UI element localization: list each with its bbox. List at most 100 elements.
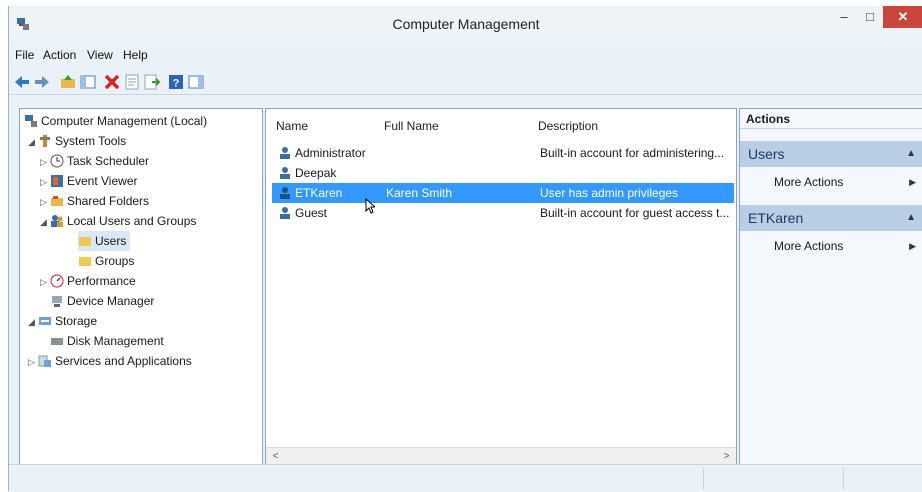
tree-label: Task Scheduler xyxy=(67,154,150,168)
forward-icon[interactable] xyxy=(33,73,51,91)
storage-icon xyxy=(39,317,51,325)
horizontal-scrollbar[interactable]: < > xyxy=(266,447,736,465)
tree-label: Event Viewer xyxy=(67,174,138,188)
tree-label: Local Users and Groups xyxy=(67,214,197,228)
window-title: Computer Management xyxy=(392,16,540,32)
tree-label: Device Manager xyxy=(67,294,155,308)
tree-item-services-and-applications[interactable]: ▷ Services and Applications xyxy=(28,351,192,371)
console-tree[interactable]: Computer Management (Local) ◢ System Tool… xyxy=(19,108,263,466)
users-groups-icon xyxy=(51,215,63,227)
status-divider xyxy=(703,467,704,489)
show-hide-action-pane-icon[interactable] xyxy=(187,73,205,91)
tree-item-task-scheduler[interactable]: ▷ Task Scheduler xyxy=(40,151,149,171)
column-header-description[interactable]: Description xyxy=(538,119,598,133)
collapsed-arrow-icon[interactable]: ▷ xyxy=(40,172,50,192)
tree-item-groups[interactable]: Groups xyxy=(78,251,134,271)
expanded-arrow-icon[interactable]: ◢ xyxy=(28,312,38,332)
actions-section-etkaren[interactable]: ETKaren ▲ xyxy=(740,205,922,231)
disk-management-icon xyxy=(51,338,63,345)
collapse-icon[interactable]: ▲ xyxy=(906,141,916,167)
collapsed-arrow-icon[interactable]: ▷ xyxy=(40,152,50,172)
action-more-actions-users[interactable]: More Actions ▶ xyxy=(740,171,922,193)
tree-label: Services and Applications xyxy=(55,354,192,368)
computer-management-window: Computer Management – □ ✕ File Action Vi… xyxy=(8,6,922,492)
tree-item-device-manager[interactable]: Device Manager xyxy=(50,291,154,311)
user-name: Guest xyxy=(295,206,328,220)
tree-label: Disk Management xyxy=(67,334,164,348)
user-name: Administrator xyxy=(295,146,366,160)
collapsed-arrow-icon[interactable]: ▷ xyxy=(40,192,50,212)
device-manager-icon xyxy=(52,296,62,307)
minimize-button[interactable]: – xyxy=(831,6,857,28)
event-viewer-icon xyxy=(51,175,63,187)
column-header-full-name[interactable]: Full Name xyxy=(384,119,439,133)
title-bar[interactable]: Computer Management – □ ✕ xyxy=(9,6,922,42)
tree-label: Users xyxy=(95,234,127,248)
export-list-icon[interactable] xyxy=(143,73,161,91)
section-title: ETKaren xyxy=(748,210,804,226)
expanded-arrow-icon[interactable]: ◢ xyxy=(40,212,50,232)
actions-pane: Actions Users ▲ More Actions ▶ ETKaren ▲… xyxy=(739,108,922,466)
help-icon[interactable]: ? xyxy=(167,73,185,91)
collapsed-arrow-icon[interactable]: ▷ xyxy=(28,352,38,372)
close-button[interactable]: ✕ xyxy=(883,6,922,28)
tree-label: Performance xyxy=(67,274,136,288)
tree-item-performance[interactable]: ▷ Performance xyxy=(40,271,136,291)
tree-item-computer-management[interactable]: Computer Management (Local) xyxy=(24,111,207,131)
folder-icon xyxy=(79,257,91,266)
submenu-arrow-icon: ▶ xyxy=(909,241,916,251)
tree-item-storage[interactable]: ◢ Storage xyxy=(28,311,97,331)
show-hide-tree-icon[interactable] xyxy=(79,73,97,91)
action-label: More Actions xyxy=(774,175,844,189)
menu-bar: File Action View Help xyxy=(9,46,922,66)
tree-label: Groups xyxy=(95,254,135,268)
list-item-selected[interactable]: ETKaren Karen Smith User has admin privi… xyxy=(272,183,734,203)
status-divider xyxy=(843,467,844,489)
actions-section-users[interactable]: Users ▲ xyxy=(740,141,922,167)
collapse-icon[interactable]: ▲ xyxy=(906,205,916,231)
list-item[interactable]: Guest Built-in account for guest access … xyxy=(272,203,734,223)
tree-item-local-users-and-groups[interactable]: ◢ Local Users and Groups xyxy=(40,211,196,231)
collapsed-arrow-icon[interactable]: ▷ xyxy=(40,272,50,292)
action-more-actions-etkaren[interactable]: More Actions ▶ xyxy=(740,235,922,257)
user-icon xyxy=(280,187,290,199)
folder-icon xyxy=(79,237,91,246)
mouse-cursor-icon xyxy=(365,198,375,214)
user-name: Deepak xyxy=(295,166,337,180)
tree-label: System Tools xyxy=(55,134,127,148)
user-name: ETKaren xyxy=(295,186,343,200)
actions-header: Actions xyxy=(740,109,922,129)
menu-file[interactable]: File xyxy=(15,48,34,62)
user-description: User has admin privileges xyxy=(540,186,679,200)
menu-view[interactable]: View xyxy=(87,48,113,62)
user-icon xyxy=(280,167,290,179)
list-item[interactable]: Administrator Built-in account for admin… xyxy=(272,143,734,163)
user-description: Built-in account for administering... xyxy=(540,146,725,160)
tree-label: Storage xyxy=(55,314,98,328)
tree-item-users[interactable]: Users xyxy=(78,231,131,251)
up-folder-icon[interactable] xyxy=(59,73,77,91)
tree-label: Computer Management (Local) xyxy=(41,114,208,128)
back-icon[interactable] xyxy=(13,73,31,91)
menu-action[interactable]: Action xyxy=(43,48,76,62)
properties-icon[interactable] xyxy=(123,73,141,91)
column-header-name[interactable]: Name xyxy=(276,119,308,133)
system-tools-icon xyxy=(40,135,50,147)
maximize-button[interactable]: □ xyxy=(857,6,883,28)
tree-item-disk-management[interactable]: Disk Management xyxy=(50,331,164,351)
scroll-left-icon[interactable]: < xyxy=(268,449,283,464)
menu-help[interactable]: Help xyxy=(123,48,148,62)
tree-item-system-tools[interactable]: ◢ System Tools xyxy=(28,131,126,151)
scroll-right-icon[interactable]: > xyxy=(719,449,734,464)
expanded-arrow-icon[interactable]: ◢ xyxy=(28,132,38,152)
svg-text:?: ? xyxy=(173,78,180,90)
users-list[interactable]: Name Full Name Description Administrator… xyxy=(265,108,737,466)
tree-item-shared-folders[interactable]: ▷ Shared Folders xyxy=(40,191,149,211)
shared-folders-icon xyxy=(51,196,63,206)
user-full-name: Karen Smith xyxy=(386,186,453,200)
submenu-arrow-icon: ▶ xyxy=(909,177,916,187)
delete-icon[interactable] xyxy=(103,73,121,91)
tree-item-event-viewer[interactable]: ▷ Event Viewer xyxy=(40,171,137,191)
computer-management-icon xyxy=(25,115,37,127)
list-item[interactable]: Deepak xyxy=(272,163,734,183)
